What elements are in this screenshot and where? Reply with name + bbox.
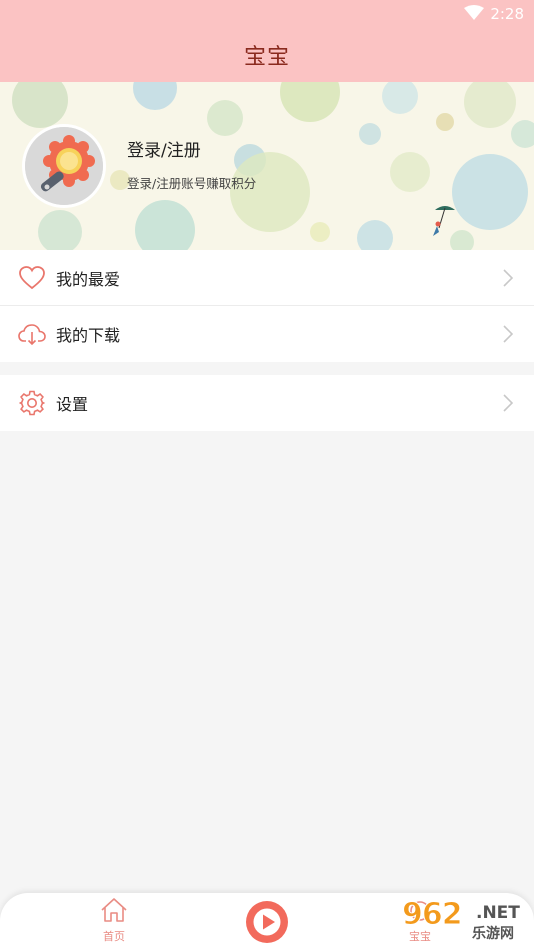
watermark-number: 962 [402,897,464,933]
login-register-link[interactable]: 登录/注册 [127,136,201,161]
menu-item-settings[interactable]: 设置 [0,375,534,431]
menu-label-downloads: 我的下载 [56,326,121,345]
tab-home-label: 首页 [103,930,125,943]
play-icon [246,901,288,943]
menu-item-downloads[interactable]: 我的下载 [0,306,534,362]
home-icon [99,898,129,927]
gear-icon [18,389,46,417]
watermark-site: 乐游网 [472,926,514,942]
login-hint-text: 登录/注册账号赚取积分 [127,176,257,191]
menu-item-favorites[interactable]: 我的最爱 [0,250,534,306]
play-button[interactable] [244,899,290,945]
umbrella-figure-decoration [433,206,455,236]
watermark-suffix: .NET [476,903,520,923]
tab-home[interactable]: 首页 [94,897,134,944]
menu-group-library: 我的最爱 我的下载 [0,250,534,362]
heart-icon [18,264,46,292]
status-time: 2:28 [490,5,524,23]
menu-group-settings: 设置 [0,375,534,431]
chevron-right-icon [502,393,514,417]
wifi-icon [464,5,484,25]
profile-banner[interactable]: 登录/注册 登录/注册账号赚取积分 [0,82,534,250]
chevron-right-icon [502,324,514,348]
magnifier-avatar-icon [25,127,103,205]
menu-label-favorites: 我的最爱 [56,269,121,289]
title-bar: 宝宝 [0,28,534,82]
cloud-download-icon [18,320,46,348]
chevron-right-icon [502,268,514,292]
status-bar: 2:28 [0,0,534,28]
menu-label-settings: 设置 [56,395,89,414]
avatar[interactable] [22,124,106,208]
site-watermark: 962 .NET 乐游网 [396,897,530,945]
page-title: 宝宝 [243,45,290,70]
